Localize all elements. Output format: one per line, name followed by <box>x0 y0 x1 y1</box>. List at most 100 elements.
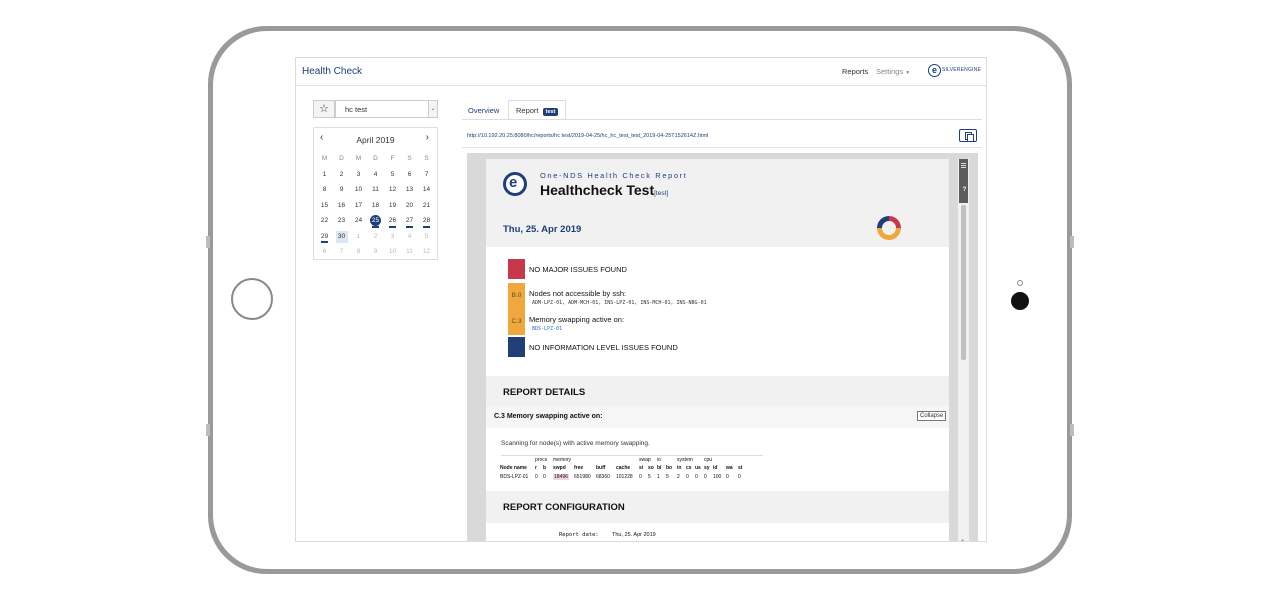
calendar-day[interactable]: 27 <box>401 213 418 229</box>
calendar-day-other-month[interactable]: 6 <box>316 244 333 260</box>
nav-settings-label: Settings <box>876 67 904 76</box>
calendar-day[interactable]: 22 <box>316 213 333 229</box>
calendar-next-button[interactable]: › <box>426 132 429 143</box>
calendar-day-other-month[interactable]: 10 <box>384 244 401 260</box>
calendar-day-other-month[interactable]: 9 <box>367 244 384 260</box>
report-logo-icon: e <box>503 172 527 196</box>
calendar-day[interactable]: 1 <box>316 167 333 183</box>
calendar-day-label: 27 <box>405 217 414 224</box>
calendar-day[interactable]: 2 <box>333 167 350 183</box>
vmstat-cell: 5 <box>666 474 669 480</box>
issue-severity-badge <box>508 259 525 279</box>
calendar-day[interactable]: 28 <box>418 213 435 229</box>
healthcheck-select[interactable]: hc test ⌄ <box>335 100 438 118</box>
calendar-day[interactable]: 3 <box>350 167 367 183</box>
vmstat-group-header: system <box>677 457 693 463</box>
vmstat-cell: 0 <box>535 474 538 480</box>
calendar-day[interactable]: 9 <box>333 182 350 198</box>
calendar-day[interactable]: 5 <box>384 167 401 183</box>
calendar-day-other-month[interactable]: 7 <box>333 244 350 260</box>
issue-nodes: ADM-LPZ-01, ADM-MCH-01, INS-LPZ-01, INS-… <box>532 300 707 306</box>
calendar-day[interactable]: 24 <box>350 213 367 229</box>
calendar-day-label: 20 <box>405 201 414 209</box>
issue-label: NO MAJOR ISSUES FOUND <box>529 265 627 274</box>
collapse-button[interactable]: Collapse <box>917 411 947 421</box>
app-brand[interactable]: Health Check <box>302 66 362 77</box>
vmstat-column-header: id <box>713 465 718 471</box>
calendar-day-other-month[interactable]: 1 <box>350 229 367 245</box>
calendar-day-label: 2 <box>373 232 378 240</box>
calendar-day-other-month[interactable]: 5 <box>418 229 435 245</box>
calendar-day[interactable]: 25 <box>367 213 384 229</box>
vmstat-cell: 0 <box>704 474 707 480</box>
calendar-day-label: 1 <box>322 170 327 178</box>
calendar-day[interactable]: 20 <box>401 198 418 214</box>
calendar-day[interactable]: 10 <box>350 182 367 198</box>
calendar-day[interactable]: 7 <box>418 167 435 183</box>
calendar-day[interactable]: 11 <box>367 182 384 198</box>
calendar-day[interactable]: 17 <box>350 198 367 214</box>
calendar-day[interactable]: 13 <box>401 182 418 198</box>
calendar-day-label: 29 <box>320 232 329 240</box>
report-details-title: REPORT DETAILS <box>503 387 586 398</box>
vmstat-column-header: wa <box>726 465 733 471</box>
tab-overview[interactable]: Overview <box>462 102 505 119</box>
tablet-home-button[interactable] <box>231 278 273 320</box>
report-date: Thu, 25. Apr 2019 <box>503 224 582 235</box>
calendar-day-other-month[interactable]: 3 <box>384 229 401 245</box>
calendar-day-label: 4 <box>407 232 412 240</box>
calendar-day-label: 5 <box>390 170 395 178</box>
calendar-day-other-month[interactable]: 12 <box>418 244 435 260</box>
vmstat-cell: 0 <box>639 474 642 480</box>
calendar-month-title: April 2019 <box>356 135 395 145</box>
report-scrollbar[interactable]: ? ⌄ <box>958 159 969 541</box>
calendar-day[interactable]: 12 <box>384 182 401 198</box>
tablet-sensor <box>1017 280 1023 286</box>
calendar-day-label: 6 <box>407 170 412 178</box>
calendar-day-label: 7 <box>424 170 429 178</box>
calendar-day-other-month[interactable]: 4 <box>401 229 418 245</box>
vmstat-cell: BDS-LPZ-01 <box>500 474 529 480</box>
report-subtitle: One-NDS Health Check Report <box>540 171 688 180</box>
calendar-day-label: 21 <box>422 201 431 209</box>
calendar-day-label: 23 <box>337 217 346 224</box>
calendar-day[interactable]: 26 <box>384 213 401 229</box>
vmstat-column-header: Node name <box>500 465 527 471</box>
calendar-day-other-month[interactable]: 11 <box>401 244 418 260</box>
vmstat-cell: 0 <box>686 474 689 480</box>
calendar-day[interactable]: 21 <box>418 198 435 214</box>
calendar-day-label: 11 <box>406 248 413 255</box>
calendar-day-label: 16 <box>337 201 346 209</box>
calendar-day-other-month[interactable]: 2 <box>367 229 384 245</box>
help-icon[interactable]: ? <box>960 187 969 193</box>
issue-nodes[interactable]: BDS-LPZ-01 <box>532 326 562 332</box>
top-navbar: Health Check Reports Settings ▼ e SILVER… <box>296 58 986 86</box>
calendar-day[interactable]: 30 <box>333 229 350 245</box>
calendar-day[interactable]: 8 <box>316 182 333 198</box>
calendar-day[interactable]: 29 <box>316 229 333 245</box>
issue-severity-badge: B.0 <box>508 283 525 309</box>
scrollbar-thumb[interactable] <box>961 205 966 360</box>
copy-icon[interactable] <box>959 129 977 142</box>
nav-settings-dropdown[interactable]: Settings ▼ <box>876 67 910 76</box>
calendar-day[interactable]: 15 <box>316 198 333 214</box>
calendar-day[interactable]: 23 <box>333 213 350 229</box>
calendar-day[interactable]: 4 <box>367 167 384 183</box>
calendar-day[interactable]: 18 <box>367 198 384 214</box>
tab-report[interactable]: Report test <box>508 100 567 120</box>
favorite-button[interactable]: ☆ <box>313 100 335 118</box>
report-url-link[interactable]: http://10.192.20.25:8080/hc/reports/hc t… <box>467 133 708 139</box>
vmstat-column-header: cache <box>616 465 631 471</box>
calendar-day-label: 7 <box>339 248 344 255</box>
calendar-day[interactable]: 16 <box>333 198 350 214</box>
vmstat-column-header: r <box>535 465 537 471</box>
vmstat-group-header: memory <box>553 457 572 463</box>
calendar-day[interactable]: 19 <box>384 198 401 214</box>
nav-reports-link[interactable]: Reports <box>842 67 868 76</box>
calendar-day-label: 19 <box>388 201 397 209</box>
calendar-day-other-month[interactable]: 8 <box>350 244 367 260</box>
vmstat-group-header: io <box>657 457 661 463</box>
scroll-down-icon[interactable]: ⌄ <box>960 536 965 541</box>
calendar-day[interactable]: 6 <box>401 167 418 183</box>
calendar-day[interactable]: 14 <box>418 182 435 198</box>
